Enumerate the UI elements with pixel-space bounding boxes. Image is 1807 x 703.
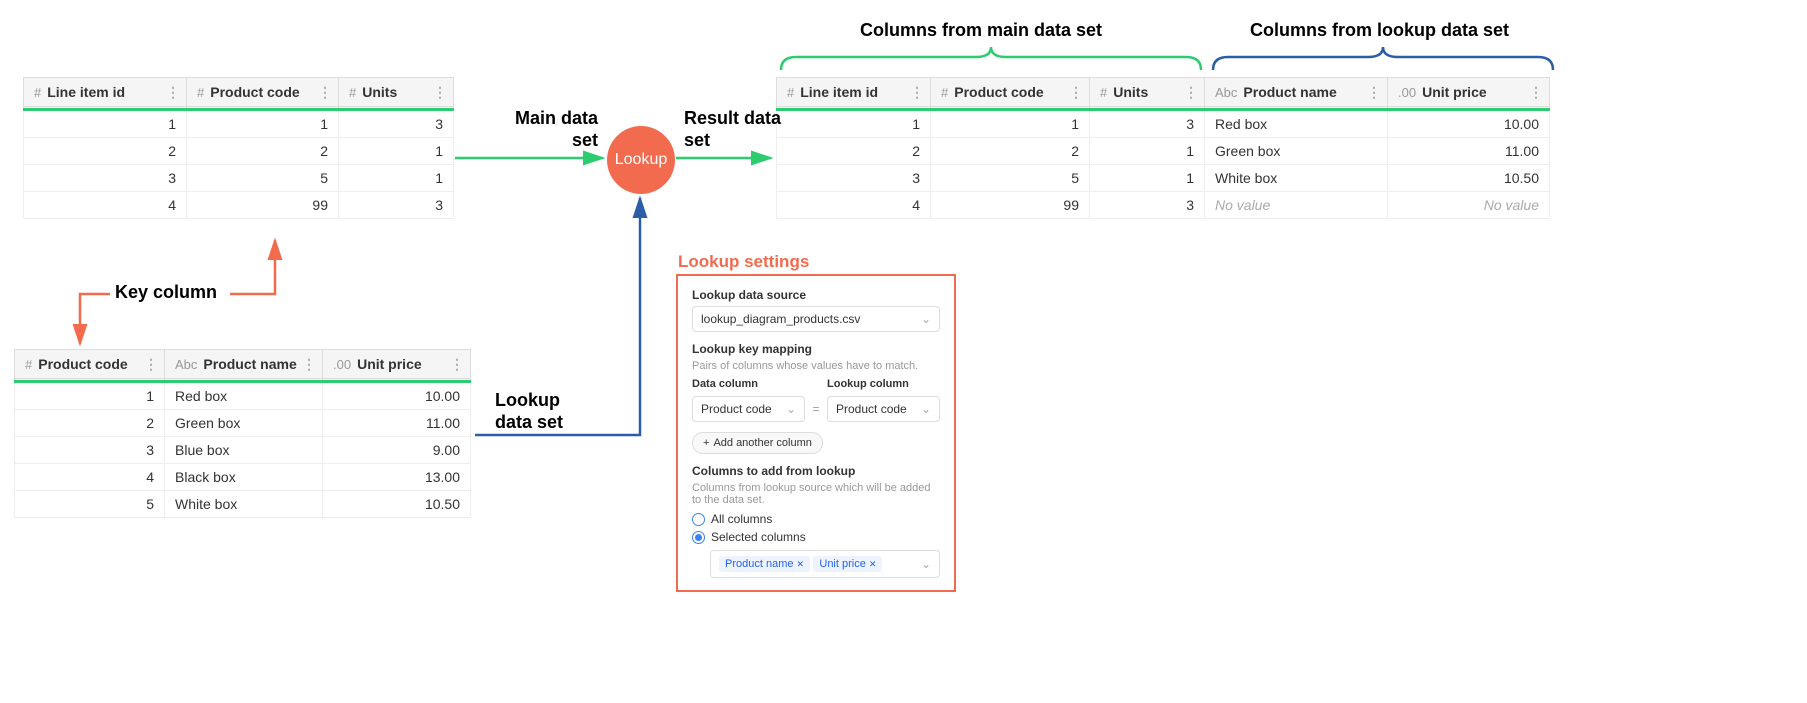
hash-icon: # bbox=[34, 85, 41, 100]
table-row: 5White box10.50 bbox=[15, 491, 471, 518]
result-table-container: #Line item id⋮ #Product code⋮ #Units⋮ Ab… bbox=[776, 77, 1550, 219]
key-mapping-label: Lookup key mapping bbox=[692, 342, 940, 356]
col-header: #Line item id⋮ bbox=[777, 78, 931, 107]
table-row: 113 bbox=[24, 110, 454, 138]
col-header: #Line item id⋮ bbox=[24, 78, 187, 107]
col-header: #Units⋮ bbox=[1090, 78, 1205, 107]
main-table-body: 113 221 351 4993 bbox=[24, 110, 454, 219]
hash-icon: # bbox=[349, 85, 356, 100]
menu-icon[interactable]: ⋮ bbox=[1069, 84, 1083, 101]
menu-icon[interactable]: ⋮ bbox=[318, 84, 332, 101]
cols-to-add-label: Columns to add from lookup bbox=[692, 464, 940, 478]
menu-icon[interactable]: ⋮ bbox=[1529, 84, 1543, 101]
table-row: 2Green box11.00 bbox=[15, 410, 471, 437]
hash-icon: # bbox=[941, 85, 948, 100]
chevron-down-icon: ⌄ bbox=[921, 312, 931, 326]
close-icon[interactable]: ✕ bbox=[869, 559, 877, 570]
equals-icon: = bbox=[811, 402, 821, 416]
menu-icon[interactable]: ⋮ bbox=[910, 84, 924, 101]
add-another-column-button[interactable]: +Add another column bbox=[692, 432, 823, 454]
col-header: .00Unit price⋮ bbox=[323, 350, 471, 379]
radio-icon bbox=[692, 513, 705, 526]
lookup-table-body: 1Red box10.00 2Green box11.00 3Blue box9… bbox=[15, 382, 471, 518]
lookup-settings-title: Lookup settings bbox=[678, 252, 809, 272]
table-row: 1Red box10.00 bbox=[15, 382, 471, 410]
brace-main-cols bbox=[776, 45, 1206, 75]
menu-icon[interactable]: ⋮ bbox=[166, 84, 180, 101]
lookup-table-container: #Product code⋮ AbcProduct name⋮ .00Unit … bbox=[14, 349, 471, 518]
annotation-cols-from-main: Columns from main data set bbox=[860, 20, 1102, 41]
table-row: 221 bbox=[24, 138, 454, 165]
data-column-select[interactable]: Product code⌄ bbox=[692, 396, 805, 422]
arrow-main-to-lookup bbox=[455, 150, 615, 170]
menu-icon[interactable]: ⋮ bbox=[450, 356, 464, 373]
decimal-icon: .00 bbox=[333, 357, 351, 372]
hash-icon: # bbox=[25, 357, 32, 372]
col-header: AbcProduct name⋮ bbox=[1205, 78, 1388, 107]
annotation-result-dataset: Result data set bbox=[684, 108, 784, 151]
data-source-label: Lookup data source bbox=[692, 288, 940, 302]
cols-to-add-hint: Columns from lookup source which will be… bbox=[692, 482, 940, 506]
table-row: 4993No valueNo value bbox=[777, 192, 1550, 219]
chip-unit-price[interactable]: Unit price✕ bbox=[813, 556, 882, 572]
close-icon[interactable]: ✕ bbox=[796, 559, 804, 570]
annotation-main-dataset: Main data set bbox=[498, 108, 598, 151]
lookup-node: Lookup bbox=[607, 126, 675, 194]
table-row: 351 bbox=[24, 165, 454, 192]
arrow-lookup-dataset bbox=[470, 190, 650, 450]
table-row: 4Black box13.00 bbox=[15, 464, 471, 491]
selected-columns-chips[interactable]: Product name✕ Unit price✕ ⌄ bbox=[710, 550, 940, 578]
hash-icon: # bbox=[1100, 85, 1107, 100]
radio-icon-selected bbox=[692, 531, 705, 544]
main-table-container: #Line item id⋮ #Product code⋮ #Units⋮ 11… bbox=[23, 77, 454, 219]
result-table-body: 113Red box10.00 221Green box11.00 351Whi… bbox=[777, 110, 1550, 219]
lookup-column-header: Lookup column bbox=[827, 378, 940, 390]
chevron-down-icon: ⌄ bbox=[786, 402, 796, 416]
lookup-settings-panel: Lookup data source lookup_diagram_produc… bbox=[676, 274, 956, 592]
menu-icon[interactable]: ⋮ bbox=[433, 84, 447, 101]
table-row: 3Blue box9.00 bbox=[15, 437, 471, 464]
data-column-header: Data column bbox=[692, 378, 805, 390]
brace-lookup-cols bbox=[1208, 45, 1558, 75]
plus-icon: + bbox=[703, 437, 709, 449]
chevron-down-icon: ⌄ bbox=[921, 557, 931, 571]
abc-icon: Abc bbox=[1215, 85, 1237, 100]
lookup-column-select[interactable]: Product code⌄ bbox=[827, 396, 940, 422]
arrow-key-column bbox=[75, 282, 295, 362]
arrow-lookup-to-result bbox=[676, 150, 786, 170]
result-table: #Line item id⋮ #Product code⋮ #Units⋮ Ab… bbox=[776, 77, 1550, 219]
col-header: #Units⋮ bbox=[339, 78, 454, 107]
menu-icon[interactable]: ⋮ bbox=[1184, 84, 1198, 101]
hash-icon: # bbox=[197, 85, 204, 100]
chip-product-name[interactable]: Product name✕ bbox=[719, 556, 810, 572]
hash-icon: # bbox=[787, 85, 794, 100]
menu-icon[interactable]: ⋮ bbox=[302, 356, 316, 373]
lookup-table: #Product code⋮ AbcProduct name⋮ .00Unit … bbox=[14, 349, 471, 518]
table-row: 113Red box10.00 bbox=[777, 110, 1550, 138]
data-source-select[interactable]: lookup_diagram_products.csv⌄ bbox=[692, 306, 940, 332]
annotation-cols-from-lookup: Columns from lookup data set bbox=[1250, 20, 1509, 41]
chevron-down-icon: ⌄ bbox=[921, 402, 931, 416]
key-mapping-hint: Pairs of columns whose values have to ma… bbox=[692, 360, 940, 372]
radio-selected-columns[interactable]: Selected columns bbox=[692, 530, 940, 544]
col-header: #Product code⋮ bbox=[931, 78, 1090, 107]
col-header: #Product code⋮ bbox=[187, 78, 339, 107]
decimal-icon: .00 bbox=[1398, 85, 1416, 100]
menu-icon[interactable]: ⋮ bbox=[1367, 84, 1381, 101]
col-header: .00Unit price⋮ bbox=[1388, 78, 1550, 107]
table-row: 351White box10.50 bbox=[777, 165, 1550, 192]
radio-all-columns[interactable]: All columns bbox=[692, 512, 940, 526]
table-row: 4993 bbox=[24, 192, 454, 219]
table-row: 221Green box11.00 bbox=[777, 138, 1550, 165]
main-table: #Line item id⋮ #Product code⋮ #Units⋮ 11… bbox=[23, 77, 454, 219]
